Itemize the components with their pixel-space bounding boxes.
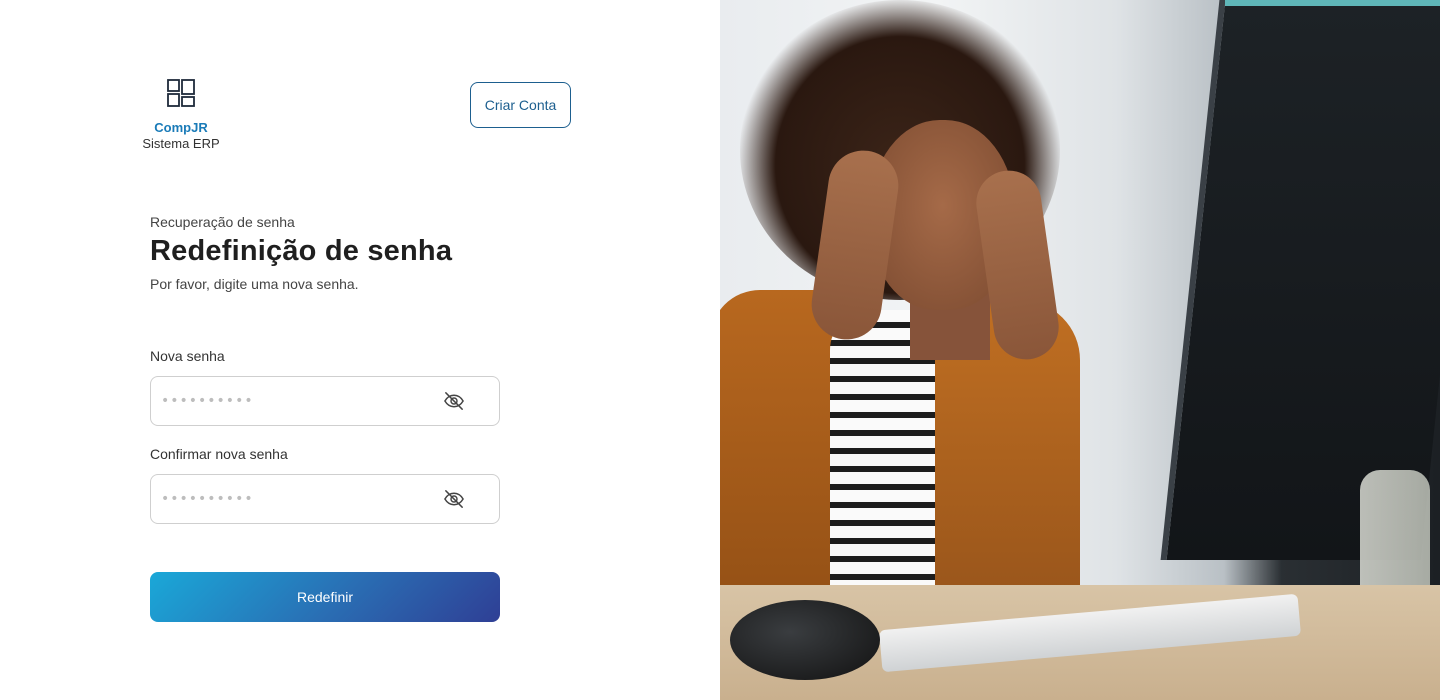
confirm-password-field <box>150 474 500 524</box>
hero-photo <box>720 0 1440 700</box>
new-password-input[interactable] <box>161 377 431 425</box>
monitor-edge <box>1225 0 1440 6</box>
brand-subtitle: Sistema ERP <box>142 136 220 151</box>
form-eyebrow: Recuperação de senha <box>150 214 295 230</box>
eye-off-icon[interactable] <box>443 391 465 411</box>
confirm-password-input[interactable] <box>161 475 431 523</box>
confirm-password-label: Confirmar nova senha <box>150 446 288 462</box>
layout-blocks-icon <box>167 79 195 107</box>
login-panel: CompJR Sistema ERP Criar Conta Recuperaç… <box>0 0 720 700</box>
page-title: Redefinição de senha <box>150 235 453 267</box>
mouse <box>730 600 880 680</box>
new-password-label: Nova senha <box>150 348 225 364</box>
brand-logo[interactable]: CompJR Sistema ERP <box>140 78 222 152</box>
reset-button[interactable]: Redefinir <box>150 572 500 622</box>
new-password-field <box>150 376 500 426</box>
eye-off-icon[interactable] <box>443 489 465 509</box>
brand-name: CompJR <box>154 120 208 135</box>
form-subtitle: Por favor, digite uma nova senha. <box>150 276 359 292</box>
create-account-button[interactable]: Criar Conta <box>470 82 571 128</box>
